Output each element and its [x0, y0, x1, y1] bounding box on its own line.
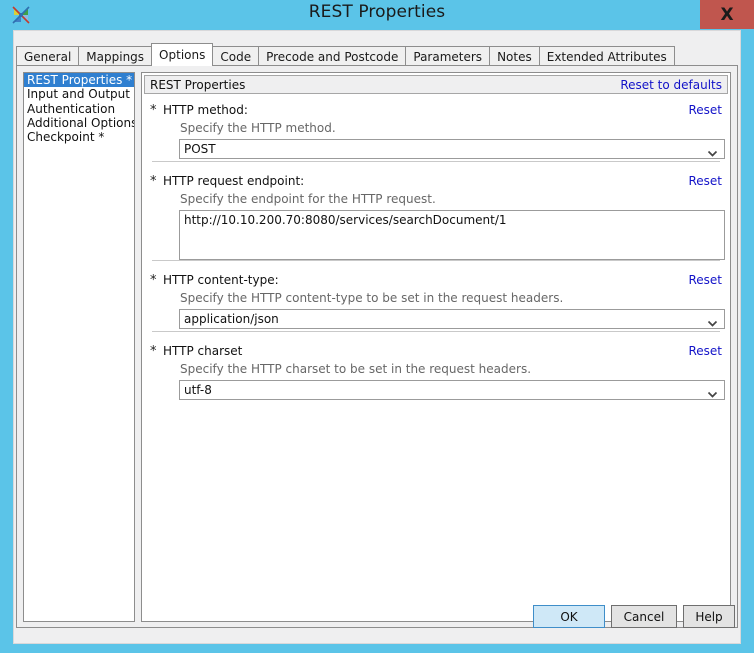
settings-category-list[interactable]: REST Properties * Input and Output Authent… — [23, 72, 135, 622]
field-label: HTTP charset — [163, 344, 243, 358]
rest-properties-dialog: REST Properties X General Mappings Options… — [0, 0, 754, 653]
close-button[interactable]: X — [700, 0, 754, 29]
field-label: HTTP method: — [163, 103, 248, 117]
help-button[interactable]: Help — [683, 605, 735, 628]
sidebar-item-authentication[interactable]: Authentication — [24, 102, 134, 116]
tab-extended-attributes[interactable]: Extended Attributes — [538, 46, 675, 66]
tab-page-options: REST Properties * Input and Output Authent… — [16, 65, 738, 628]
dialog-body: General Mappings Options Code Precode and Po… — [13, 30, 741, 644]
dialog-footer: OK Cancel Help — [14, 597, 740, 643]
chevron-down-icon[interactable] — [707, 314, 718, 327]
reset-link[interactable]: Reset — [688, 103, 722, 117]
sidebar-item-additional-options[interactable]: Additional Options * — [24, 116, 134, 130]
chevron-down-icon[interactable] — [707, 144, 718, 157]
tab-strip: General Mappings Options Code Precode and Po… — [16, 43, 675, 66]
field-label: HTTP content-type: — [163, 273, 279, 287]
endpoint-textarea[interactable]: http://10.10.200.70:8080/services/search… — [179, 210, 725, 260]
dropdown-value: POST — [184, 142, 216, 156]
sidebar-item-checkpoint[interactable]: Checkpoint * — [24, 130, 134, 144]
endpoint-value: http://10.10.200.70:8080/services/search… — [184, 213, 507, 227]
tab-notes[interactable]: Notes — [489, 46, 540, 66]
ok-button[interactable]: OK — [533, 605, 605, 628]
dropdown-select[interactable]: application/json — [179, 309, 725, 329]
required-asterisk-icon: * — [150, 273, 157, 288]
field-label: HTTP request endpoint: — [163, 174, 305, 188]
content-header-title: REST Properties — [150, 78, 246, 92]
tab-parameters[interactable]: Parameters — [405, 46, 491, 66]
section-divider — [152, 331, 720, 332]
tab-code[interactable]: Code — [212, 46, 260, 66]
field-description: Specify the HTTP charset to be set in th… — [180, 362, 532, 376]
required-asterisk-icon: * — [150, 344, 157, 359]
required-asterisk-icon: * — [150, 174, 157, 189]
tab-precode-and-postcode[interactable]: Precode and Postcode — [258, 46, 407, 66]
chevron-down-icon[interactable] — [707, 385, 718, 398]
dropdown-select[interactable]: utf-8 — [179, 380, 725, 400]
required-asterisk-icon: * — [150, 103, 157, 118]
options-content-panel: REST Properties Reset to defaults * HTTP … — [141, 72, 731, 622]
field-description: Specify the endpoint for the HTTP reques… — [180, 192, 436, 206]
content-header: REST Properties Reset to defaults — [144, 75, 728, 94]
title-bar: REST Properties X — [0, 0, 754, 30]
field-description: Specify the HTTP content-type to be set … — [180, 291, 564, 305]
cancel-button[interactable]: Cancel — [611, 605, 677, 628]
dropdown-value: application/json — [184, 312, 279, 326]
reset-to-defaults-link[interactable]: Reset to defaults — [620, 78, 722, 92]
reset-link[interactable]: Reset — [688, 174, 722, 188]
dropdown-value: utf-8 — [184, 383, 212, 397]
reset-link[interactable]: Reset — [688, 273, 722, 287]
tab-mappings[interactable]: Mappings — [78, 46, 153, 66]
window-title: REST Properties — [308, 2, 446, 22]
tab-options[interactable]: Options — [151, 43, 214, 66]
sidebar-item-input-and-output[interactable]: Input and Output — [24, 87, 134, 101]
section-divider — [152, 260, 720, 261]
field-description: Specify the HTTP method. — [180, 121, 336, 135]
section-divider — [152, 161, 720, 162]
dropdown-select[interactable]: POST — [179, 139, 725, 159]
tab-general[interactable]: General — [16, 46, 80, 66]
sidebar-item-rest-properties[interactable]: REST Properties * — [24, 73, 134, 88]
reset-link[interactable]: Reset — [688, 344, 722, 358]
